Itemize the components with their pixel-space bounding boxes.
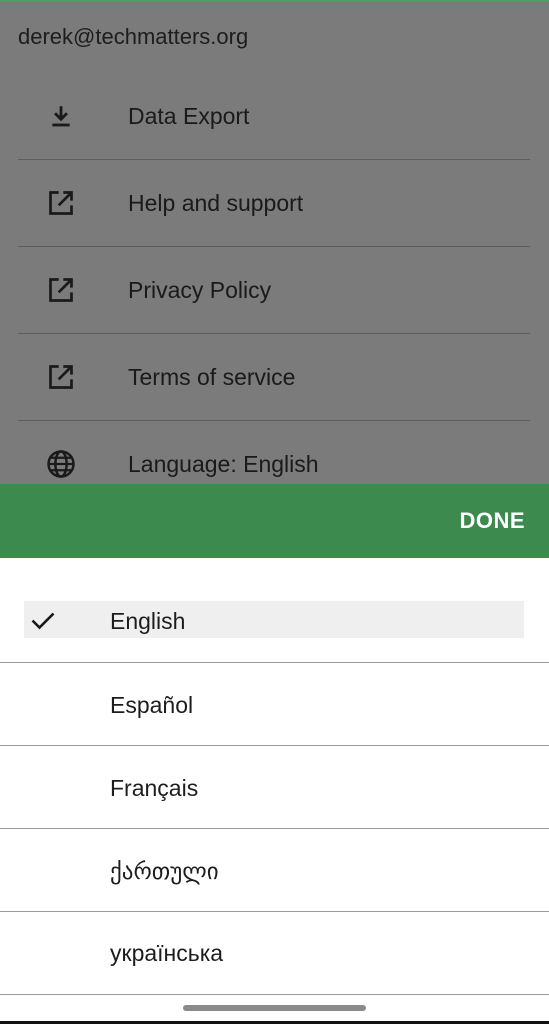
done-button[interactable]: DONE bbox=[459, 508, 525, 534]
menu-item-data-export[interactable]: Data Export bbox=[18, 73, 530, 160]
language-option-english[interactable]: English bbox=[0, 580, 549, 663]
menu-item-terms-of-service[interactable]: Terms of service bbox=[18, 334, 530, 421]
menu-item-label: Terms of service bbox=[128, 363, 296, 390]
menu-item-help-support[interactable]: Help and support bbox=[18, 160, 530, 247]
language-option-label: Español bbox=[110, 692, 194, 718]
globe-icon bbox=[46, 449, 76, 479]
menu-item-label: Privacy Policy bbox=[128, 276, 272, 303]
checkmark-icon bbox=[28, 606, 58, 634]
language-option-espanol[interactable]: Español bbox=[0, 663, 549, 746]
language-option-francais[interactable]: Français bbox=[0, 746, 549, 829]
language-picker-sheet: English Español Français ქართული українс… bbox=[0, 558, 549, 1024]
external-link-icon bbox=[46, 362, 76, 392]
external-link-icon bbox=[46, 275, 76, 305]
picker-toolbar: DONE bbox=[0, 484, 549, 558]
settings-menu: Data Export Help and support Privacy Pol… bbox=[18, 73, 530, 507]
menu-item-label: Language: English bbox=[128, 450, 319, 477]
menu-item-label: Help and support bbox=[128, 189, 304, 216]
external-link-icon bbox=[46, 188, 76, 218]
language-option-ukrainian[interactable]: українська bbox=[0, 912, 549, 995]
home-indicator[interactable] bbox=[183, 1005, 366, 1011]
download-icon bbox=[46, 101, 76, 131]
menu-item-label: Data Export bbox=[128, 102, 250, 129]
language-option-label: ქართული bbox=[110, 858, 219, 884]
language-option-label: English bbox=[110, 608, 186, 634]
language-option-label: українська bbox=[110, 940, 224, 966]
selected-highlight bbox=[24, 601, 524, 638]
language-option-georgian[interactable]: ქართული bbox=[0, 829, 549, 912]
language-option-label: Français bbox=[110, 775, 199, 801]
menu-item-privacy-policy[interactable]: Privacy Policy bbox=[18, 247, 530, 334]
settings-backdrop: derek@techmatters.org Data Export Help a… bbox=[0, 0, 549, 484]
account-email: derek@techmatters.org bbox=[18, 24, 249, 49]
